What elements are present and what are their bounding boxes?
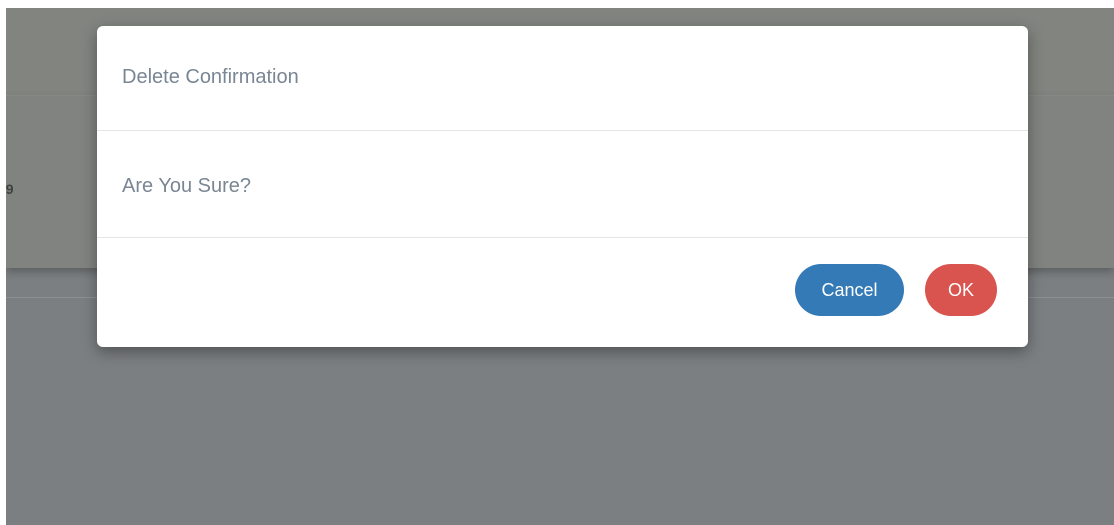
background-card-text: 19	[6, 181, 14, 197]
modal-header: Delete Confirmation	[97, 26, 1028, 131]
cancel-button[interactable]: Cancel	[795, 264, 904, 316]
viewport: 19 Delete Confirmation Are You Sure? Can…	[6, 8, 1114, 525]
delete-confirmation-dialog: Delete Confirmation Are You Sure? Cancel…	[97, 26, 1028, 347]
ok-button[interactable]: OK	[925, 264, 997, 316]
modal-title: Delete Confirmation	[122, 66, 299, 88]
modal-footer: Cancel OK	[97, 238, 1028, 347]
modal-message: Are You Sure?	[122, 175, 251, 197]
modal-body: Are You Sure?	[97, 131, 1028, 238]
